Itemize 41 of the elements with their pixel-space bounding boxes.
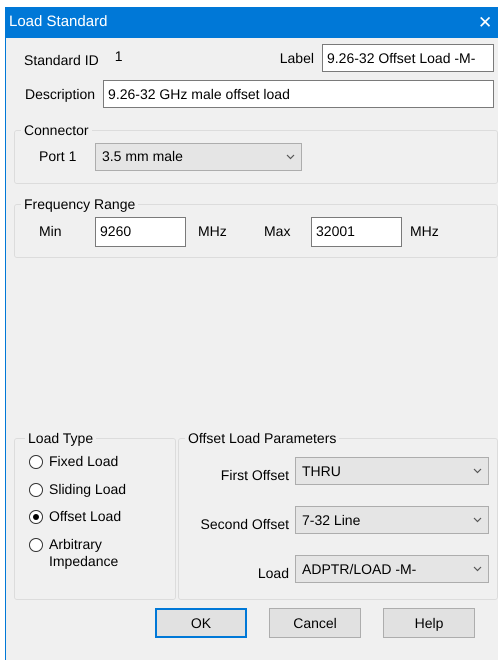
radio-button[interactable] <box>29 454 43 469</box>
port-label: Port 1 <box>39 147 78 166</box>
description-label: Description <box>25 84 96 104</box>
window-title: Load Standard <box>9 12 108 32</box>
label-field[interactable]: 9.26-32 Offset Load -M- <box>322 44 494 72</box>
radio-label: Offset Load <box>49 508 122 526</box>
unit-label: MHz <box>198 222 228 242</box>
radio-label: Fixed Load <box>49 452 120 470</box>
dialog-button[interactable]: Cancel <box>269 608 361 638</box>
label-label: Label <box>280 48 314 68</box>
chevron-down-icon <box>473 468 482 474</box>
close-button[interactable]: ✕ <box>472 14 498 31</box>
port-dropdown[interactable]: 3.5 mm male <box>95 142 302 171</box>
chevron-down-icon <box>473 566 482 572</box>
unit-label: MHz <box>410 222 439 242</box>
standard-id-label: Standard ID <box>24 50 99 70</box>
min-label: Min <box>39 222 63 242</box>
field-label: Load <box>256 564 289 583</box>
group-title: Frequency Range <box>23 196 136 213</box>
min-field[interactable]: 9260 <box>95 216 186 247</box>
standard-id-value: 1 <box>114 46 123 66</box>
radio-button[interactable] <box>29 538 43 552</box>
chevron-down-icon <box>286 154 295 160</box>
radio-label: Arbitrary Impedance <box>49 536 120 570</box>
radio-label: Sliding Load <box>49 480 128 498</box>
dialog-button[interactable]: OK <box>155 608 247 638</box>
group-title: Connector <box>23 122 90 139</box>
dialog-button[interactable]: Help <box>383 608 475 638</box>
chevron-down-icon <box>473 517 482 524</box>
max-field[interactable]: 32001 <box>311 216 402 247</box>
description-field[interactable]: 9.26-32 GHz male offset load <box>103 80 494 108</box>
max-label: Max <box>264 222 292 242</box>
dropdown[interactable]: THRU <box>295 457 489 486</box>
group-title: Offset Load Parameters <box>187 430 338 447</box>
dropdown[interactable]: ADPTR/LOAD -M- <box>295 555 489 584</box>
radio-button[interactable] <box>29 510 43 524</box>
group-title: Load Type <box>27 430 94 447</box>
field-label: First Offset <box>220 466 289 485</box>
radio-button[interactable] <box>29 482 43 497</box>
dropdown[interactable]: 7-32 Line <box>295 506 489 534</box>
field-label: Second Offset <box>200 514 289 534</box>
